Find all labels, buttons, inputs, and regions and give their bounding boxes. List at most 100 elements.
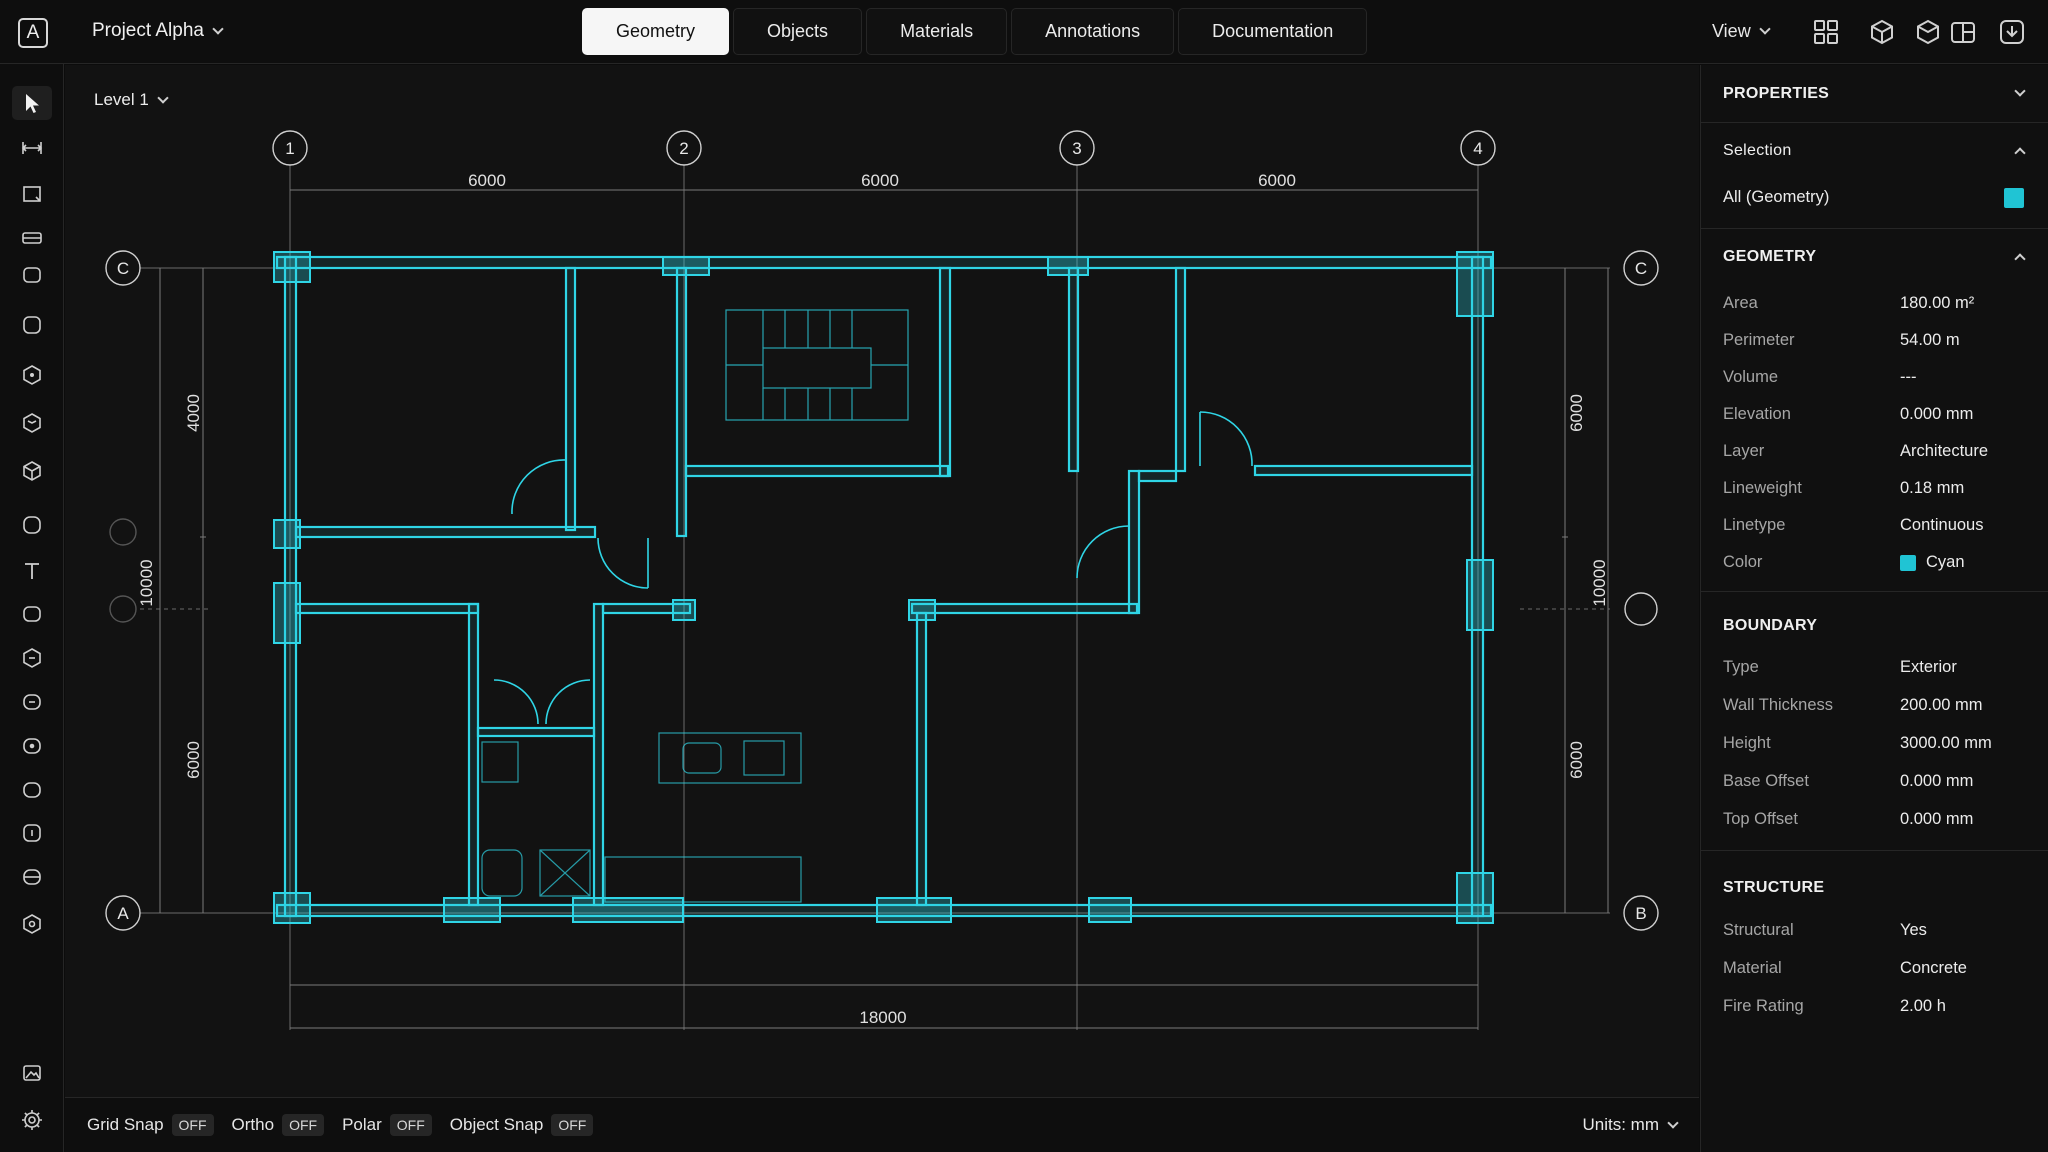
tab-documentation[interactable]: Documentation <box>1178 8 1368 55</box>
app-logo[interactable]: A <box>18 18 48 48</box>
properties-title-row[interactable]: PROPERTIES <box>1723 65 2026 122</box>
gear-icon <box>22 1110 42 1130</box>
object-snap-toggle[interactable]: Object Snap OFF <box>450 1114 594 1136</box>
tab-geometry[interactable]: Geometry <box>582 8 730 55</box>
cursor-icon <box>26 94 39 113</box>
section-tool[interactable] <box>12 641 52 675</box>
top-bar: A Project Alpha Geometry Objects Materia… <box>0 0 2048 64</box>
walls <box>275 255 1493 918</box>
selection-header[interactable]: Selection <box>1723 123 2026 179</box>
settings-object-tool[interactable] <box>12 907 52 941</box>
settings-button[interactable] <box>12 1103 52 1137</box>
units-selector[interactable]: Units: mm <box>1582 1115 1679 1135</box>
tab-materials[interactable]: Materials <box>866 8 1008 55</box>
boundary-header[interactable]: BOUNDARY <box>1723 604 2024 648</box>
prop-row[interactable]: Wall Thickness 200.00 mm <box>1723 686 2024 724</box>
snap-label: Grid Snap <box>87 1115 164 1134</box>
text-tool[interactable] <box>12 554 52 588</box>
geometry-header[interactable]: GEOMETRY <box>1723 229 2026 285</box>
grid-row-left-a: A <box>117 904 129 923</box>
snap-state: OFF <box>171 1114 214 1136</box>
prop-row[interactable]: Fire Rating 2.00 h <box>1723 987 2024 1025</box>
shape-tool[interactable] <box>12 508 52 542</box>
grid-col-2: 2 <box>679 139 688 158</box>
prop-row[interactable]: Lineweight 0.18 mm <box>1723 470 2024 507</box>
status-bar: Grid Snap OFF Ortho OFF Polar OFF Object Sn… <box>65 1097 1699 1152</box>
select-tool[interactable] <box>12 86 52 120</box>
snap-state: OFF <box>389 1114 432 1136</box>
project-selector[interactable]: Project Alpha <box>92 20 224 42</box>
ortho-toggle[interactable]: Ortho OFF <box>232 1114 325 1136</box>
room-tool[interactable] <box>12 308 52 342</box>
share-icon[interactable] <box>1998 18 2026 46</box>
object-tool[interactable] <box>12 406 52 440</box>
prop-row[interactable]: Height 3000.00 mm <box>1723 724 2024 762</box>
grid-row-right-c: C <box>1635 259 1647 278</box>
chevron-up-icon <box>2014 253 2026 265</box>
polar-toggle[interactable]: Polar OFF <box>342 1114 432 1136</box>
structure-header[interactable]: STRUCTURE <box>1723 865 2024 911</box>
dimension-icon <box>21 142 43 154</box>
dim-bottom-total: 18000 <box>859 1008 906 1027</box>
selection-row[interactable]: All (Geometry) <box>1723 179 2024 216</box>
prop-row: Type Exterior <box>1723 657 1957 676</box>
view-label: View <box>1712 21 1751 41</box>
component-tool[interactable] <box>12 729 52 763</box>
chevron-down-icon <box>1759 23 1771 35</box>
prop-row[interactable]: Top Offset 0.000 mm <box>1723 800 2024 838</box>
text-icon <box>25 563 39 579</box>
geometry-section: GEOMETRY Area 180.00 m² Perimeter 54.00 m … <box>1701 229 2048 592</box>
prop-row[interactable]: Layer Architecture <box>1723 433 2024 470</box>
dim-right-1: 6000 <box>1567 394 1586 432</box>
boundary-section: BOUNDARY Type Exterior Wall Thickness 200.… <box>1701 592 2048 851</box>
color-swatch <box>1900 554 1916 571</box>
dim-top-3: 6000 <box>1258 171 1296 190</box>
render-tool[interactable] <box>12 1056 52 1090</box>
chevron-down-icon <box>1667 1116 1679 1129</box>
prop-row[interactable]: Structural Yes <box>1723 911 2024 949</box>
rectangle-tool[interactable] <box>12 177 52 211</box>
dim-top-2: 6000 <box>861 171 899 190</box>
layer-tool[interactable] <box>12 860 52 894</box>
units-label: Units: mm <box>1582 1115 1660 1134</box>
mark-tool[interactable] <box>12 816 52 850</box>
image-icon <box>23 1065 41 1081</box>
hexagon-icon <box>23 365 41 385</box>
grid-row-right-b: B <box>1635 904 1646 923</box>
3d-tool[interactable] <box>12 454 52 488</box>
slab-tool[interactable] <box>12 258 52 292</box>
prop-row[interactable]: Linetype Continuous <box>1723 507 2024 544</box>
section-title: STRUCTURE <box>1723 879 1825 896</box>
wall-tool[interactable] <box>12 221 52 255</box>
prop-row: Elevation 0.000 mm <box>1723 405 1974 423</box>
mark-icon <box>23 824 41 842</box>
cube-split-icon[interactable] <box>1914 18 1942 46</box>
prop-row-color[interactable]: Color Cyan <box>1723 544 2024 581</box>
tag-tool[interactable] <box>12 597 52 631</box>
snap-label: Polar <box>342 1115 382 1134</box>
structure-section: STRUCTURE Structural Yes Material Concrete… <box>1701 851 2048 1025</box>
prop-row[interactable]: Base Offset 0.000 mm <box>1723 762 2024 800</box>
chevron-down-icon <box>212 22 224 35</box>
prop-row: Volume --- <box>1723 368 1917 386</box>
dim-left-1: 4000 <box>184 394 203 432</box>
level-tool[interactable] <box>12 685 52 719</box>
grid-snap-toggle[interactable]: Grid Snap OFF <box>87 1114 214 1136</box>
cube-icon[interactable] <box>1868 18 1896 46</box>
layout-grid-icon[interactable] <box>1812 18 1840 46</box>
slab-icon <box>23 267 41 283</box>
prop-row: Area 180.00 m² <box>1723 294 1975 312</box>
group-tool[interactable] <box>12 773 52 807</box>
floor-plan[interactable]: 6000 6000 6000 18000 4000 10000 6000 600… <box>65 65 1699 1097</box>
hex-tool[interactable] <box>12 358 52 392</box>
tab-annotations[interactable]: Annotations <box>1011 8 1175 55</box>
selection-value: All (Geometry) <box>1723 188 1830 206</box>
view-menu[interactable]: View <box>1712 21 1771 42</box>
dimension-tool[interactable] <box>12 131 52 165</box>
prop-row[interactable]: Material Concrete <box>1723 949 2024 987</box>
selection-color-swatch <box>2004 187 2024 208</box>
snap-label: Ortho <box>231 1115 275 1134</box>
cube-icon <box>23 461 41 481</box>
tab-objects[interactable]: Objects <box>733 8 863 55</box>
window-layout-icon[interactable] <box>1949 18 1977 46</box>
